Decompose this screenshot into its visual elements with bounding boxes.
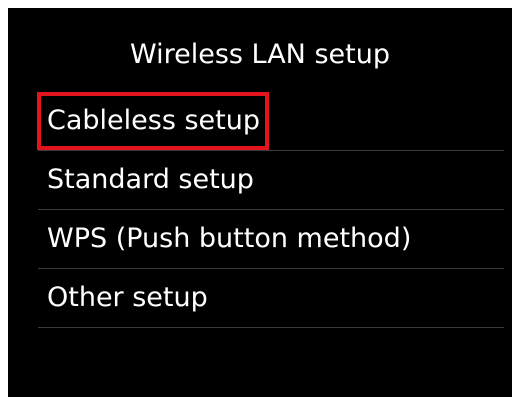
printer-lcd-screen: Wireless LAN setup Cableless setup Stand… — [8, 8, 512, 397]
menu-item-other-setup[interactable]: Other setup — [38, 269, 504, 328]
menu-item-label: Cableless setup — [47, 105, 260, 136]
menu-item-label: Other setup — [47, 282, 208, 313]
menu-item-label: WPS (Push button method) — [47, 223, 412, 254]
menu-item-label: Standard setup — [47, 164, 254, 195]
screen-title-bar: Wireless LAN setup — [8, 8, 512, 92]
menu-item-wps-push-button[interactable]: WPS (Push button method) — [38, 210, 504, 269]
menu-item-standard-setup[interactable]: Standard setup — [38, 151, 504, 210]
menu-item-cableless-setup[interactable]: Cableless setup — [37, 92, 504, 151]
screen-title: Wireless LAN setup — [130, 38, 390, 70]
setup-menu: Cableless setup Standard setup WPS (Push… — [8, 92, 512, 328]
